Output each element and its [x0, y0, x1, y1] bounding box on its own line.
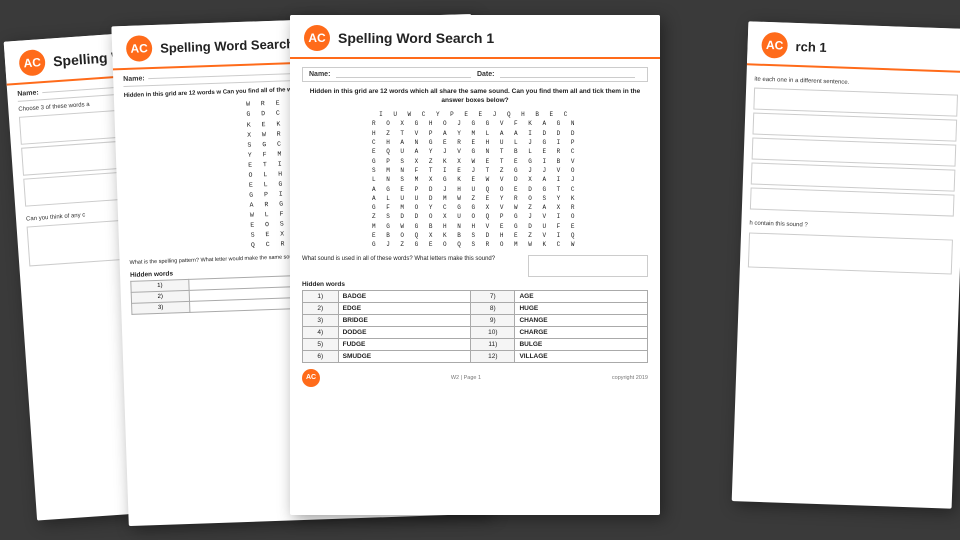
- ws-right-title: rch 1: [795, 38, 827, 54]
- footer-copyright: copyright 2019: [612, 375, 648, 381]
- footer-logo: AC: [302, 369, 320, 387]
- word-3: BRIDGE: [338, 314, 471, 326]
- word-num-11: 11): [471, 338, 515, 350]
- word-num-1: 1): [303, 290, 339, 302]
- word-1: BADGE: [338, 290, 471, 302]
- word-8: HUGE: [515, 302, 648, 314]
- ws-right-body: ite each one in a different sentence. h …: [740, 65, 960, 283]
- footer-page: W2 | Page 1: [451, 375, 481, 381]
- word-11: BULGE: [515, 338, 648, 350]
- ws-center-body: Name: Date: Hidden in this grid are 12 w…: [290, 59, 660, 395]
- ws-right-answer-4: [751, 163, 956, 192]
- word-5: FUDGE: [338, 338, 471, 350]
- footer-logo-text: AC: [306, 374, 316, 381]
- word-4: DODGE: [338, 326, 471, 338]
- word-num-10: 10): [471, 326, 515, 338]
- ws-center-sound-question-row: What sound is used in all of these words…: [302, 255, 648, 277]
- ws-center-footer: AC W2 | Page 1 copyright 2019: [302, 369, 648, 387]
- ws-center-header: AC Spelling Word Search 1: [290, 15, 660, 59]
- table-row: 3) BRIDGE 9) CHANGE: [303, 314, 648, 326]
- worksheet-right: AC rch 1 ite each one in a different sen…: [732, 21, 960, 508]
- word-num-5: 5): [303, 338, 339, 350]
- word-9: CHANGE: [515, 314, 648, 326]
- word-2: EDGE: [338, 302, 471, 314]
- ws-left-logo-text: AC: [23, 55, 41, 70]
- ws-center-sound-question-text: What sound is used in all of these words…: [302, 255, 520, 263]
- ws-mid-left-logo-text: AC: [130, 41, 148, 56]
- table-row: 1) BADGE 7) AGE: [303, 290, 648, 302]
- ws-center-grid: I U W C Y P E E J Q H B E C R O X G H O …: [302, 110, 648, 249]
- word-num-3: 3): [303, 314, 339, 326]
- ws-right-answer-1: [753, 88, 958, 117]
- word-10: CHARGE: [515, 326, 648, 338]
- ws-left-name-label: Name:: [17, 89, 39, 97]
- ws-center-words-table: 1) BADGE 7) AGE 2) EDGE 8) HUGE 3) BRIDG…: [302, 290, 648, 363]
- ws-center-logo-text: AC: [308, 31, 325, 45]
- ws-right-answer-3: [752, 138, 957, 167]
- word-num-6: 6): [303, 350, 339, 362]
- word-num-2: 2): [303, 302, 339, 314]
- ws-center-sound-answer-box[interactable]: [528, 255, 648, 277]
- ws-mid-left-name-label: Name:: [123, 75, 145, 83]
- scene: AC Spelling Word S Name: Choose 3 of the…: [0, 0, 960, 540]
- word-12: VILLAGE: [515, 350, 648, 362]
- table-row: 2) EDGE 8) HUGE: [303, 302, 648, 314]
- ws-center-hidden-words-label: Hidden words: [302, 281, 648, 288]
- ws-right-contain-box: [748, 232, 953, 274]
- hw-num-3: 3): [132, 301, 190, 314]
- ws-center-instruction: Hidden in this grid are 12 words which a…: [302, 87, 648, 105]
- ws-mid-left-logo: AC: [126, 35, 153, 62]
- ws-center-name-date-row: Name: Date:: [302, 67, 648, 82]
- ws-left-logo: AC: [18, 49, 46, 77]
- word-num-8: 8): [471, 302, 515, 314]
- word-num-9: 9): [471, 314, 515, 326]
- ws-right-header: AC rch 1: [747, 21, 960, 73]
- word-6: SMUDGE: [338, 350, 471, 362]
- ws-mid-left-title: Spelling Word Search: [160, 36, 295, 56]
- ws-right-logo-text: AC: [766, 38, 784, 53]
- word-7: AGE: [515, 290, 648, 302]
- ws-center-name-label: Name:: [309, 71, 330, 78]
- ws-right-answer-5: [750, 188, 955, 217]
- ws-center-date-label: Date:: [477, 71, 495, 78]
- table-row: 5) FUDGE 11) BULGE: [303, 338, 648, 350]
- ws-right-logo: AC: [761, 32, 788, 59]
- table-row: 4) DODGE 10) CHARGE: [303, 326, 648, 338]
- worksheet-center: AC Spelling Word Search 1 Name: Date: Hi…: [290, 15, 660, 515]
- ws-center-title: Spelling Word Search 1: [338, 30, 494, 46]
- word-num-4: 4): [303, 326, 339, 338]
- table-row: 6) SMUDGE 12) VILLAGE: [303, 350, 648, 362]
- ws-center-logo: AC: [304, 25, 330, 51]
- word-num-7: 7): [471, 290, 515, 302]
- ws-right-answer-2: [752, 113, 957, 142]
- word-num-12: 12): [471, 350, 515, 362]
